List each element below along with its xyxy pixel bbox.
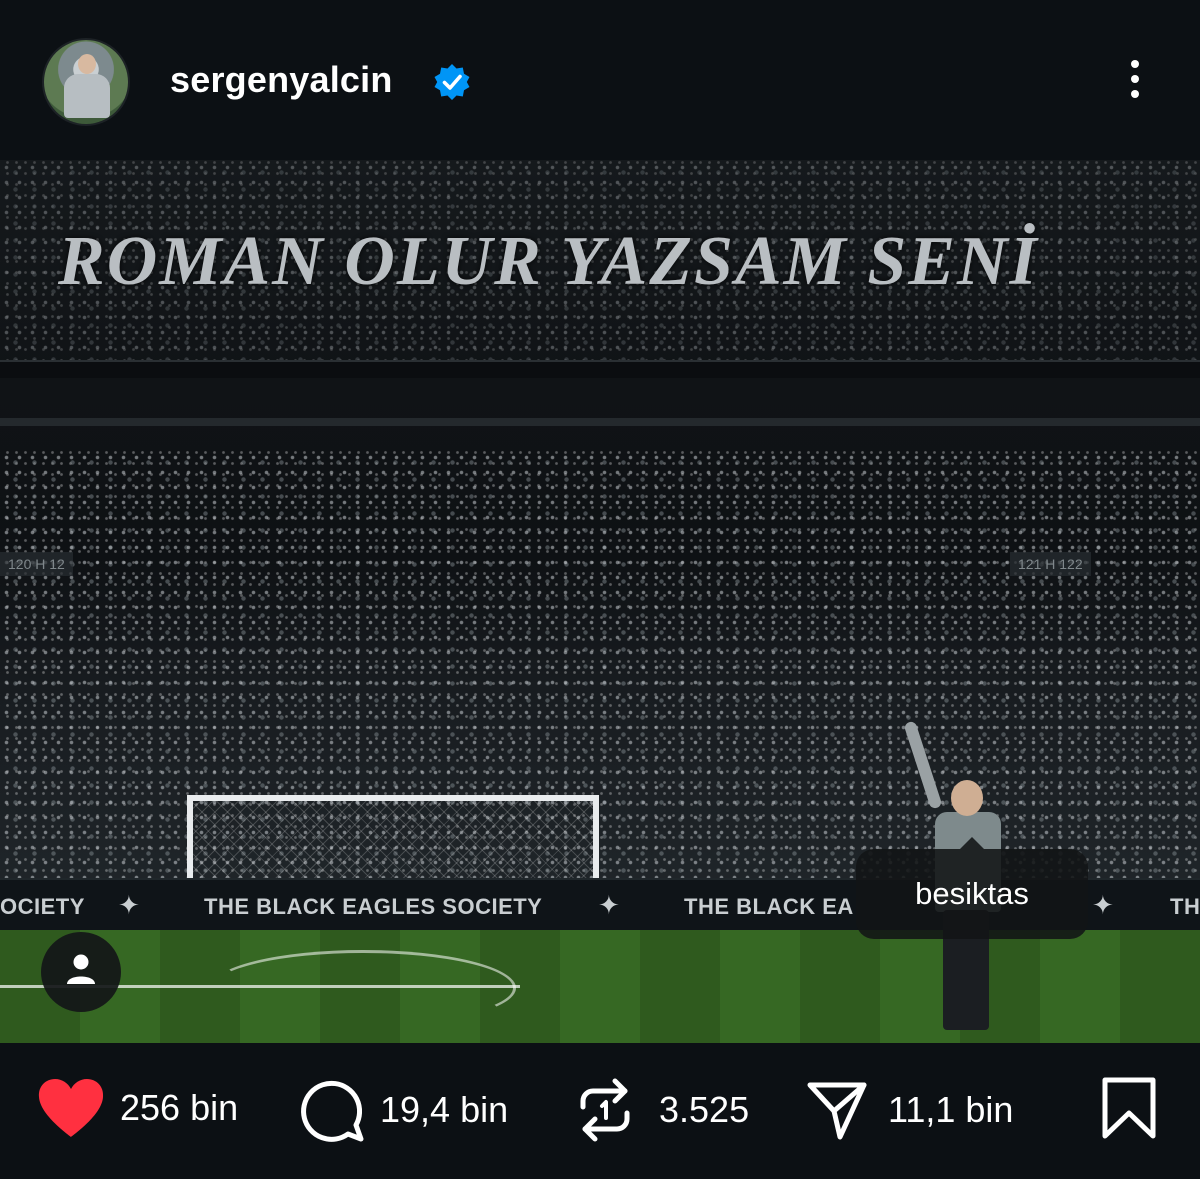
banner-text: ROMAN OLUR YAZSAM SENİ [58,223,1039,300]
repost-count: 3.525 [659,1089,750,1130]
send-icon [807,1082,867,1140]
post-header: sergenyalcin [0,0,1200,160]
save-button[interactable] [1100,1077,1158,1144]
section-number-left: 120 H 12 [0,552,73,576]
tier-divider [0,360,1200,378]
eagle-logo-icon: ✦ [598,890,620,920]
username-link[interactable]: sergenyalcin [170,59,393,101]
post-photo[interactable]: ROMAN OLUR YAZSAM SENİ 120 H 12 121 H 12… [0,160,1200,1043]
ad-text-3: THE BLACK EA [684,894,854,919]
share-button[interactable]: 11,1 bin [806,1077,1013,1143]
repost-icon [580,1078,630,1142]
eagle-logo-icon: ✦ [118,890,140,920]
avatar-head [78,54,96,74]
like-count: 256 bin [120,1087,239,1128]
user-tag-label: besiktas [915,876,1029,911]
bookmark-icon [1102,1077,1156,1139]
ad-text-1: OCIETY [0,894,85,919]
like-button[interactable]: 256 bin [36,1077,238,1139]
repost-button[interactable]: 3.525 [575,1077,749,1143]
comment-icon [301,1080,364,1142]
avatar[interactable] [44,40,128,124]
eagle-logo-icon: ✦ [1092,890,1114,920]
verified-badge-icon [434,64,470,100]
comment-count: 19,4 bin [380,1089,509,1130]
more-options-icon[interactable] [1116,54,1154,114]
lower-tier-crowd [0,450,1200,890]
share-count: 11,1 bin [888,1089,1014,1130]
comment-button[interactable]: 19,4 bin [300,1077,508,1143]
heart-icon [38,1079,104,1137]
tagged-users-button[interactable] [41,932,121,1012]
person-icon [67,954,95,984]
section-number-right: 121 H 122 [1010,552,1091,576]
action-bar: 256 bin 19,4 bin 3.525 11,1 bin [0,1043,1200,1179]
avatar-torso [64,74,110,118]
pitch [0,930,1200,1043]
tier-divider-lower [0,418,1200,426]
user-tag[interactable]: besiktas [856,837,1088,939]
ad-text-4: TH [1170,894,1200,919]
ad-text-2: THE BLACK EAGLES SOCIETY [204,894,543,919]
pitch-arc [210,950,516,1026]
